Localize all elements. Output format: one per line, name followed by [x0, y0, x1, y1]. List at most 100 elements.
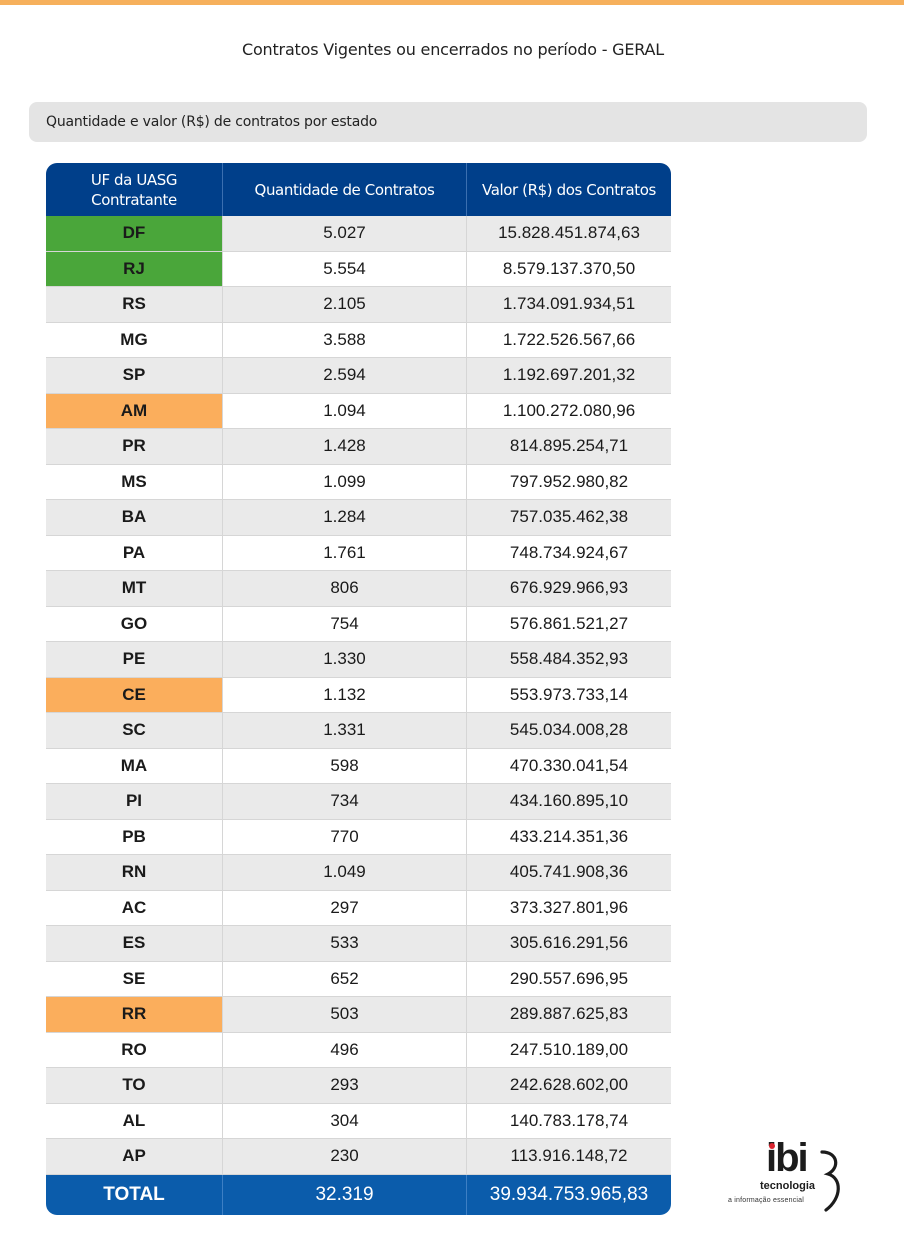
- cell-valor: 676.929.966,93: [509, 578, 629, 598]
- cell-valor: 290.557.696,95: [509, 968, 629, 988]
- table-row: AP 230 113.916.148,72: [46, 1139, 671, 1175]
- cell-valor: 553.973.733,14: [509, 684, 629, 704]
- table-row: AC 297 373.327.801,96: [46, 890, 671, 926]
- cell-valor: 373.327.801,96: [509, 897, 629, 917]
- table-header-row: UF da UASG Contratante Quantidade de Con…: [46, 163, 671, 216]
- cell-quantidade: 1.132: [223, 677, 467, 712]
- cell-valor: 433.214.351,36: [509, 826, 629, 846]
- page-title: Contratos Vigentes ou encerrados no perí…: [241, 40, 664, 59]
- cell-uf: BA: [46, 500, 223, 535]
- section-header: Quantidade e valor (R$) de contratos por…: [29, 102, 867, 142]
- ibi-logo: ibi tecnologia a informação essencial: [726, 1136, 846, 1214]
- cell-quantidade: 496: [223, 1032, 467, 1067]
- cell-uf: MS: [46, 464, 223, 499]
- table-row: ES 533 305.616.291,56: [46, 926, 671, 962]
- cell-valor: 113.916.148,72: [510, 1146, 628, 1166]
- header-valor: Valor (R$) dos Contratos: [482, 180, 656, 199]
- table-row: PR 1.428 814.895.254,71: [46, 429, 671, 465]
- cell-uf: MA: [46, 748, 223, 783]
- cell-valor: 140.783.178,74: [509, 1110, 629, 1130]
- cell-uf: AP: [46, 1139, 223, 1174]
- cell-uf: MG: [46, 322, 223, 357]
- cell-quantidade: 1.761: [223, 535, 467, 570]
- table-total-row: TOTAL 32.319 39.934.753.965,83: [46, 1174, 671, 1215]
- logo-tagline: tecnologia: [760, 1180, 816, 1192]
- total-valor: 39.934.753.965,83: [489, 1183, 649, 1205]
- cell-quantidade: 533: [223, 926, 467, 961]
- cell-quantidade: 5.554: [223, 251, 467, 286]
- cell-valor: 1.734.091.934,51: [502, 294, 636, 314]
- cell-valor: 757.035.462,38: [509, 507, 629, 527]
- logo-subtagline: a informação essencial: [728, 1197, 804, 1204]
- cell-quantidade: 806: [223, 571, 467, 606]
- cell-valor: 558.484.352,93: [509, 649, 629, 669]
- section-label: Quantidade e valor (R$) de contratos por…: [46, 114, 378, 130]
- table-row: SP 2.594 1.192.697.201,32: [46, 358, 671, 394]
- cell-valor: 470.330.041,54: [509, 755, 629, 775]
- cell-valor: 289.887.625,83: [509, 1004, 629, 1024]
- cell-uf: CE: [46, 677, 223, 712]
- table-row: PA 1.761 748.734.924,67: [46, 535, 671, 571]
- cell-valor: 305.616.291,56: [509, 933, 629, 953]
- cell-uf: GO: [46, 606, 223, 641]
- cell-quantidade: 1.428: [223, 429, 467, 464]
- cell-uf: PI: [46, 784, 223, 819]
- cell-valor: 405.741.908,36: [509, 862, 629, 882]
- cell-valor: 242.628.602,00: [509, 1075, 629, 1095]
- cell-uf: PA: [46, 535, 223, 570]
- cell-quantidade: 1.284: [223, 500, 467, 535]
- cell-uf: ES: [46, 926, 223, 961]
- table-body: DF 5.027 15.828.451.874,63 RJ 5.554 8.579.137…: [46, 216, 671, 1175]
- logo-swirl-icon: [820, 1150, 840, 1212]
- total-label: TOTAL: [46, 1174, 223, 1215]
- top-accent-rule: [0, 0, 904, 5]
- table-row: AM 1.094 1.100.272.080,96: [46, 393, 671, 429]
- cell-uf: AC: [46, 890, 223, 925]
- cell-uf: MT: [46, 571, 223, 606]
- cell-uf: PE: [46, 642, 223, 677]
- cell-uf: PB: [46, 819, 223, 854]
- cell-quantidade: 652: [223, 961, 467, 996]
- cell-uf: SP: [46, 358, 223, 393]
- cell-quantidade: 1.099: [223, 464, 467, 499]
- table-row: RJ 5.554 8.579.137.370,50: [46, 251, 671, 287]
- table-row: TO 293 242.628.602,00: [46, 1068, 671, 1104]
- table-row: GO 754 576.861.521,27: [46, 606, 671, 642]
- logo-red-dot: [769, 1143, 775, 1149]
- cell-quantidade: 734: [223, 784, 467, 819]
- table-row: BA 1.284 757.035.462,38: [46, 500, 671, 536]
- cell-valor: 434.160.895,10: [509, 791, 629, 811]
- cell-valor: 748.734.924,67: [509, 542, 629, 562]
- table-row: RN 1.049 405.741.908,36: [46, 855, 671, 891]
- cell-valor: 545.034.008,28: [509, 720, 629, 740]
- table-row: RO 496 247.510.189,00: [46, 1032, 671, 1068]
- cell-valor: 1.192.697.201,32: [502, 365, 636, 385]
- table-row: SC 1.331 545.034.008,28: [46, 713, 671, 749]
- cell-quantidade: 5.027: [223, 216, 467, 251]
- cell-uf: SE: [46, 961, 223, 996]
- cell-quantidade: 293: [223, 1068, 467, 1103]
- cell-valor: 814.895.254,71: [509, 436, 629, 456]
- table-row: RR 503 289.887.625,83: [46, 997, 671, 1033]
- cell-uf: RJ: [46, 251, 223, 286]
- cell-quantidade: 503: [223, 997, 467, 1032]
- cell-uf: PR: [46, 429, 223, 464]
- table-row: RS 2.105 1.734.091.934,51: [46, 287, 671, 323]
- cell-valor: 8.579.137.370,50: [502, 258, 636, 278]
- cell-uf: RR: [46, 997, 223, 1032]
- table-row: MG 3.588 1.722.526.567,66: [46, 322, 671, 358]
- table-row: CE 1.132 553.973.733,14: [46, 677, 671, 713]
- cell-uf: RO: [46, 1032, 223, 1067]
- table-row: DF 5.027 15.828.451.874,63: [46, 216, 671, 252]
- cell-quantidade: 2.105: [223, 287, 467, 322]
- cell-quantidade: 1.330: [223, 642, 467, 677]
- cell-valor: 576.861.521,27: [509, 613, 629, 633]
- cell-quantidade: 2.594: [223, 358, 467, 393]
- header-quantidade: Quantidade de Contratos: [223, 163, 467, 216]
- cell-quantidade: 304: [223, 1103, 467, 1138]
- cell-quantidade: 3.588: [223, 322, 467, 357]
- table-row: SE 652 290.557.696,95: [46, 961, 671, 997]
- cell-uf: AL: [46, 1103, 223, 1138]
- cell-uf: RS: [46, 287, 223, 322]
- cell-quantidade: 754: [223, 606, 467, 641]
